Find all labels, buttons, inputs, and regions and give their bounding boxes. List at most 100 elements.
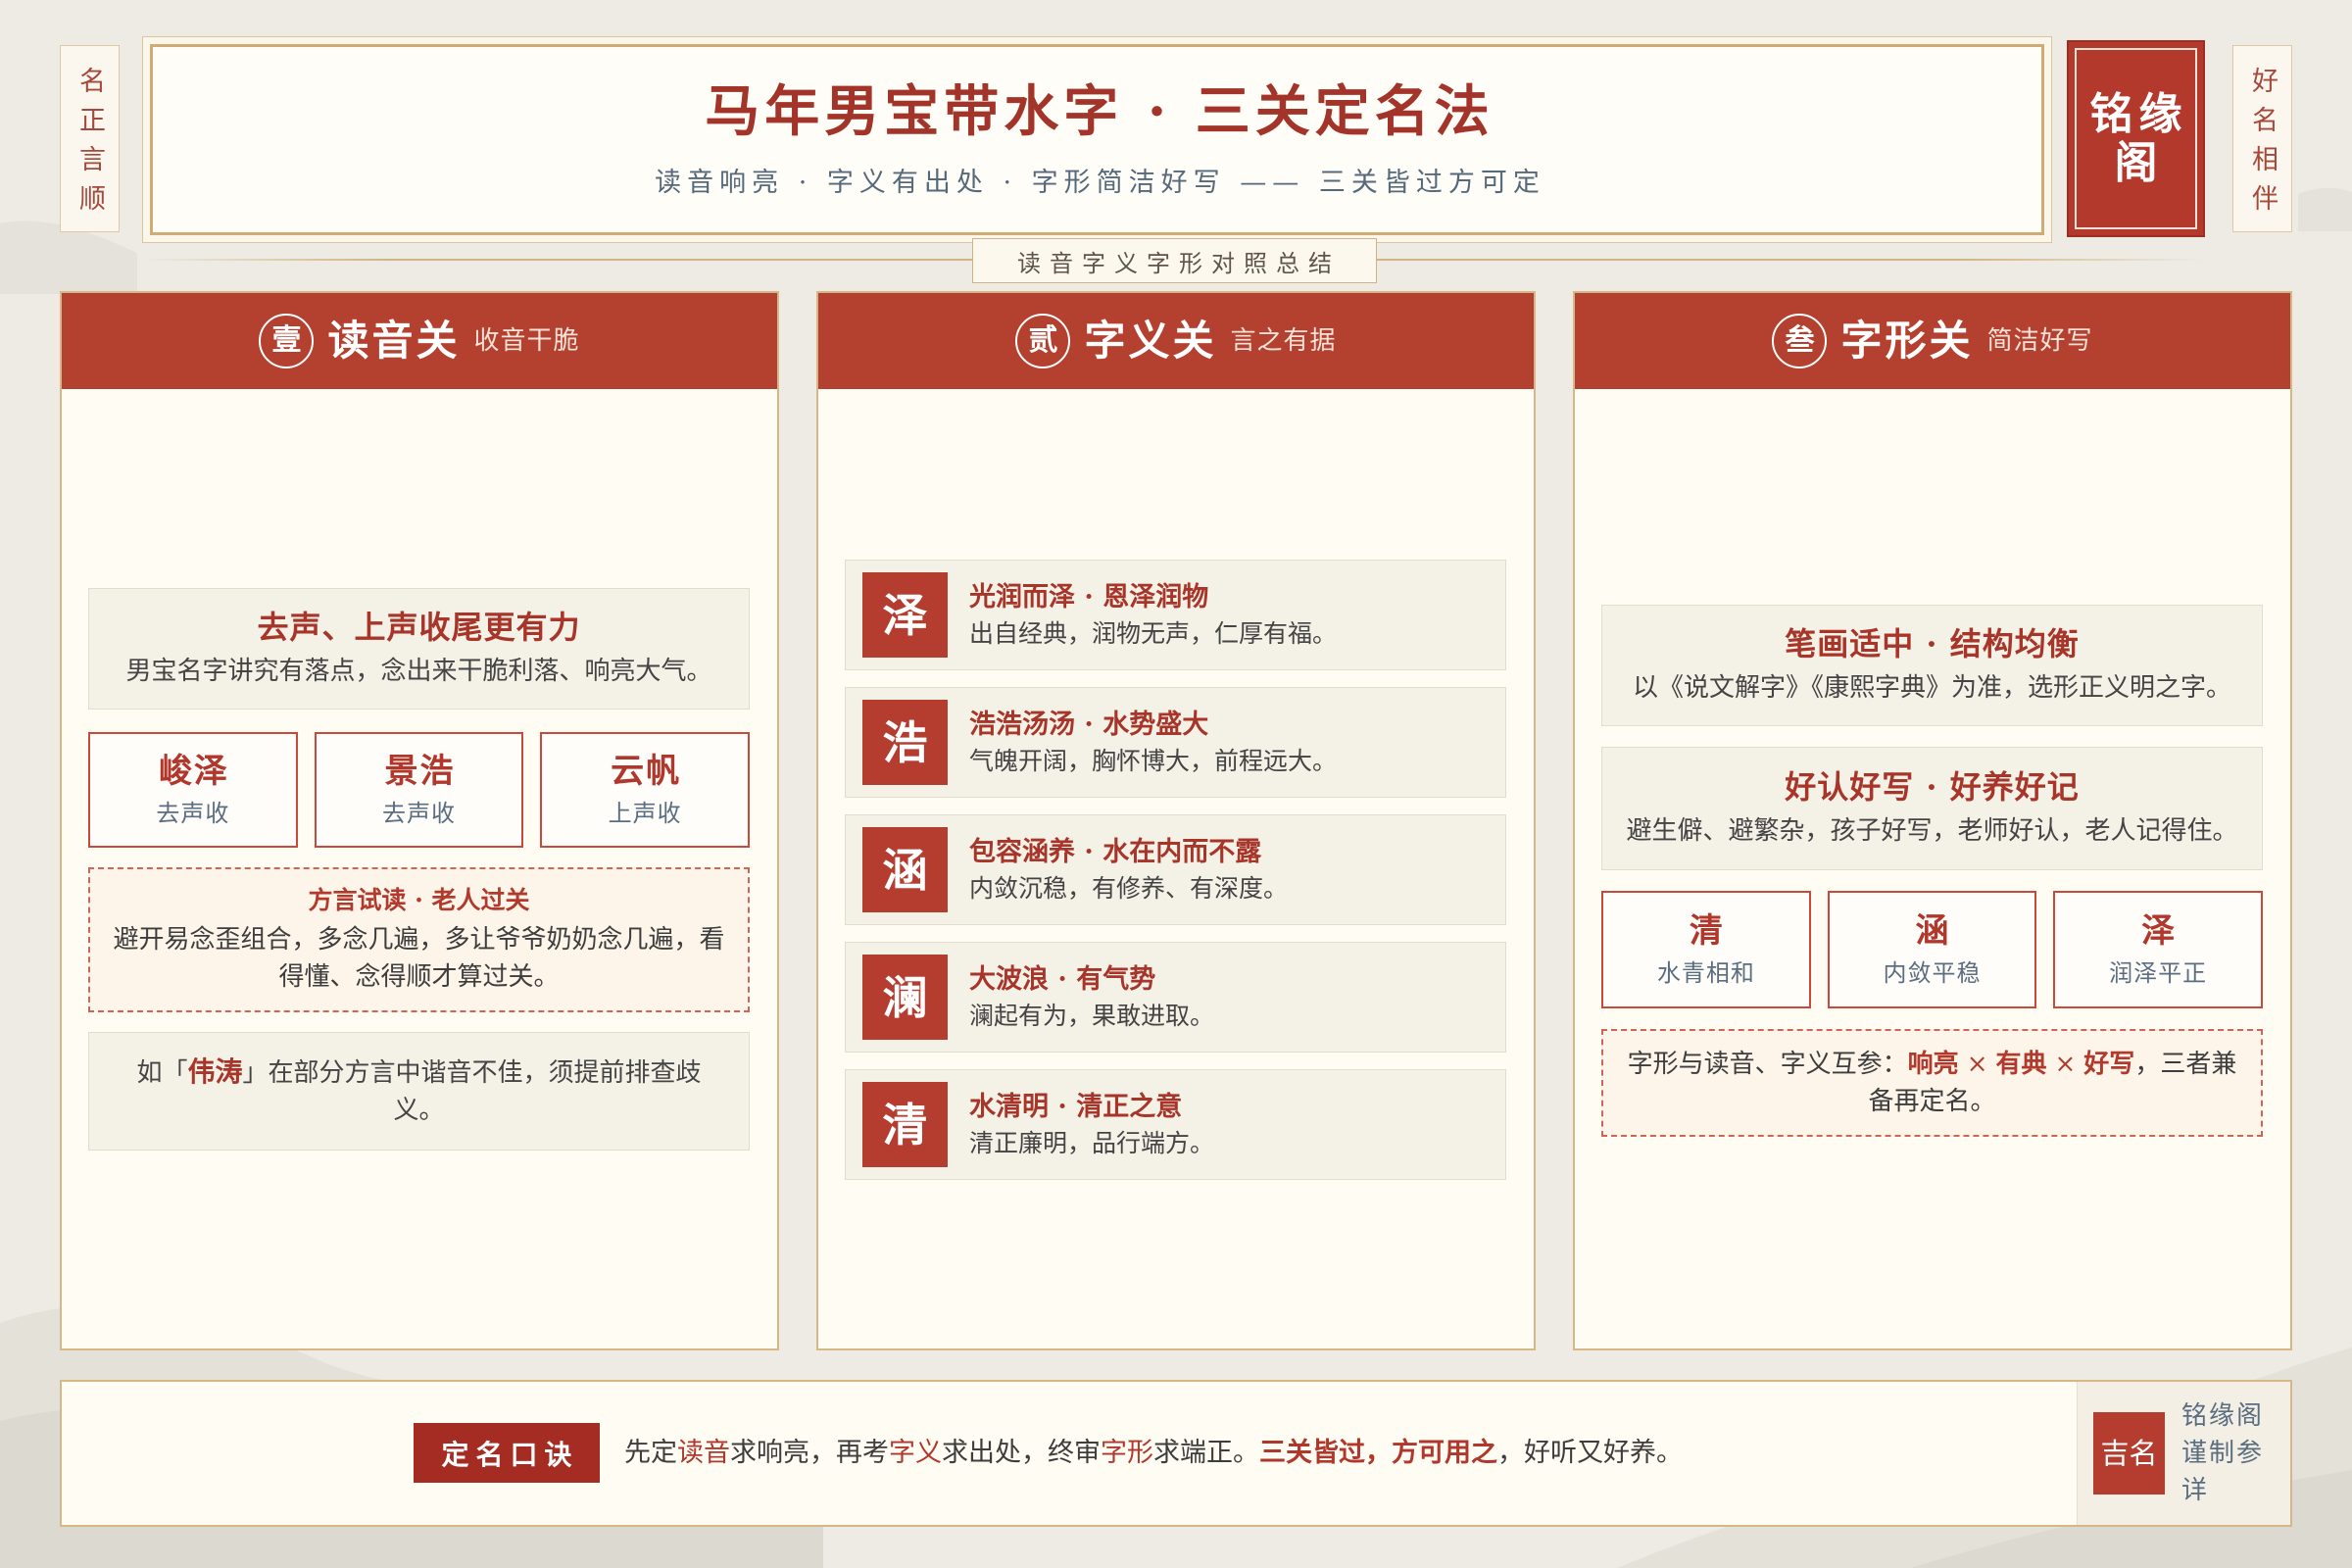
column-meaning: 贰 字义关 言之有据 泽 光润而泽 · 恩泽润物 出自经典，润物无声，仁厚有福。… [816,291,1536,1350]
name-card: 景浩 去声收 [314,732,524,848]
char-tile: 清 [862,1082,948,1167]
char-meaning-item: 泽 光润而泽 · 恩泽润物 出自经典，润物无声，仁厚有福。 [845,560,1506,670]
verse-keyword: 字形 [1101,1438,1153,1468]
char-desc: 内敛沉稳，有修养、有深度。 [969,873,1289,903]
card-name: 景浩 [384,752,456,791]
dialect-tip-box: 方言试读 · 老人过关 避开易念歪组合，多念几遍，多让爷爷奶奶念几遍，看得懂、念… [88,867,750,1012]
verse-keyword: 读音 [677,1438,730,1468]
maker-credit: 铭缘阁谨制参详 [2181,1401,2265,1505]
rule-title: 好认好写 · 好养好记 [1785,768,2080,806]
rule-box: 笔画适中 · 结构均衡 以《说文解字》《康熙字典》为准，选形正义明之字。 [1601,605,2263,726]
column-subtitle: 言之有据 [1230,326,1337,356]
example-name-cards: 峻泽 去声收 景浩 去声收 云帆 上声收 [88,732,750,848]
card-meaning: 水青相和 [1656,959,1755,987]
card-tone: 去声收 [156,800,230,827]
rule-box: 去声、上声收尾更有力 男宝名字讲究有落点，念出来干脆利落、响亮大气。 [88,588,750,710]
char-title: 浩浩汤汤 · 水势盛大 [969,709,1209,740]
card-name: 云帆 [611,752,682,791]
rule-title: 笔画适中 · 结构均衡 [1785,625,2080,662]
left-banner-text: 名正言顺 [74,67,105,223]
seal-text-line-2: 阁 [2114,137,2164,188]
example-char-cards: 清 水青相和 涵 内敛平稳 泽 润泽平正 [1601,891,2263,1008]
column-header: 贰 字义关 言之有据 [818,293,1534,389]
char-texts: 光润而泽 · 恩泽润物 出自经典，润物无声，仁厚有福。 [969,580,1337,651]
char-meaning-item: 浩 浩浩汤汤 · 水势盛大 气魄开阔，胸怀博大，前程远大。 [845,687,1506,798]
warning-text: 如「伟涛」在部分方言中谐音不佳，须提前排查歧义。 [128,1054,710,1129]
footer-label: 定名口诀 [414,1423,600,1483]
left-side-banner: 名正言顺 [60,45,120,232]
char-card: 清 水青相和 [1601,891,1811,1008]
char-texts: 包容涵养 · 水在内而不露 内敛沉稳，有修养、有深度。 [969,835,1288,906]
char-meaning-item: 澜 大波浪 · 有气势 澜起有为，果敢进取。 [845,942,1506,1053]
rule-box: 好认好写 · 好养好记 避生僻、避繁杂，孩子好写，老师好认，老人记得住。 [1601,747,2263,870]
char-tile: 涵 [862,827,948,912]
column-header: 叁 字形关 简洁好写 [1575,293,2290,389]
char-desc: 澜起有为，果敢进取。 [969,1001,1215,1030]
char-texts: 大波浪 · 有气势 澜起有为，果敢进取。 [969,962,1214,1033]
brand-seal-frame: 铭缘 阁 [2075,48,2197,229]
char-desc: 出自经典，润物无声，仁厚有福。 [969,618,1338,648]
note-times: × [2054,1050,2077,1079]
verse-segment: 先定 [624,1438,677,1468]
footer-panel: 定名口诀 先定读音求响亮，再考字义求出处，终审字形求端正。三关皆过，方可用之，好… [60,1380,2292,1527]
numeral-badge: 贰 [1015,314,1071,368]
note-keyword: 响亮 [1907,1050,1959,1079]
char-tile: 泽 [862,572,948,658]
column-subtitle: 简洁好写 [1986,326,2093,356]
char-meaning-item: 清 水清明 · 清正之意 清正廉明，品行端方。 [845,1069,1506,1180]
ji-ming-seal: 吉名 [2093,1412,2165,1494]
column-title: 字义关 [1084,317,1217,365]
right-banner-text: 好名相伴 [2247,67,2278,223]
footer-verse: 先定读音求响亮，再考字义求出处，终审字形求端正。三关皆过，方可用之，好听又好养。 [624,1434,1683,1473]
title-panel: 马年男宝带水字 · 三关定名法 读音响亮 · 字义有出处 · 字形简洁好写 ——… [142,36,2052,243]
card-meaning: 润泽平正 [2109,959,2208,987]
char-texts: 水清明 · 清正之意 清正廉明，品行端方。 [969,1090,1214,1160]
column-subtitle: 收音干脆 [473,326,580,356]
name-card: 云帆 上声收 [540,732,750,848]
verse-segment: 求出处，终审 [942,1438,1101,1468]
card-char: 涵 [1915,911,1951,951]
note-prefix: 字形与读音、字义互参： [1627,1050,1908,1079]
column-pronunciation: 壹 读音关 收音干脆 去声、上声收尾更有力 男宝名字讲究有落点，念出来干脆利落、… [60,291,779,1350]
column-title: 字形关 [1840,317,1974,365]
card-char: 泽 [2141,911,2178,951]
char-tile: 澜 [862,955,948,1040]
char-card: 泽 润泽平正 [2053,891,2263,1008]
char-meaning-item: 涵 包容涵养 · 水在内而不露 内敛沉稳，有修养、有深度。 [845,814,1506,925]
verse-segment: ，好听又好养。 [1497,1438,1683,1468]
footer-signature-area: 吉名 铭缘阁谨制参详 [2077,1382,2290,1525]
verse-keyword: 字义 [889,1438,942,1468]
char-desc: 清正廉明，品行端方。 [969,1128,1215,1157]
name-card: 峻泽 去声收 [88,732,298,848]
card-meaning: 内敛平稳 [1883,959,1982,987]
brand-seal: 铭缘 阁 [2067,40,2205,237]
card-name: 峻泽 [158,752,229,791]
note-text: 字形与读音、字义互参：响亮 × 有典 × 好写，三者兼备再定名。 [1625,1046,2239,1120]
warning-highlight: 伟涛 [187,1055,243,1088]
homophone-warning-box: 如「伟涛」在部分方言中谐音不佳，须提前排查歧义。 [88,1032,750,1151]
char-title: 包容涵养 · 水在内而不露 [969,836,1262,867]
right-side-banner: 好名相伴 [2232,45,2292,232]
seal-text-line-1: 铭缘 [2089,88,2188,139]
rule-text: 以《说文解字》《康熙字典》为准，选形正义明之字。 [1632,673,2231,703]
page-title: 马年男宝带水字 · 三关定名法 [705,78,1494,144]
card-tone: 去声收 [381,800,456,827]
column-title: 读音关 [327,317,461,365]
title-panel-frame: 马年男宝带水字 · 三关定名法 读音响亮 · 字义有出处 · 字形简洁好写 ——… [150,44,2044,235]
char-title: 光润而泽 · 恩泽润物 [969,581,1209,612]
note-times: × [1966,1050,1988,1079]
section-divider-label: 读音字义字形对照总结 [972,238,1377,283]
tip-title: 方言试读 · 老人过关 [308,886,530,914]
card-char: 清 [1689,911,1725,951]
char-texts: 浩浩汤汤 · 水势盛大 气魄开阔，胸怀博大，前程远大。 [969,708,1337,778]
verse-segment: 求端正。 [1153,1438,1259,1468]
cross-check-note: 字形与读音、字义互参：响亮 × 有典 × 好写，三者兼备再定名。 [1601,1029,2263,1137]
warning-prefix: 如「 [136,1058,188,1088]
note-keyword: 有典 [1995,1050,2047,1079]
char-title: 大波浪 · 有气势 [969,963,1156,995]
char-card: 涵 内敛平稳 [1827,891,2037,1008]
rule-text: 男宝名字讲究有落点，念出来干脆利落、响亮大气。 [125,657,712,686]
numeral-badge: 叁 [1772,314,1828,368]
note-keyword: 好写 [2083,1050,2135,1079]
page-subtitle: 读音响亮 · 字义有出处 · 字形简洁好写 —— 三关皆过方可定 [655,167,1545,198]
